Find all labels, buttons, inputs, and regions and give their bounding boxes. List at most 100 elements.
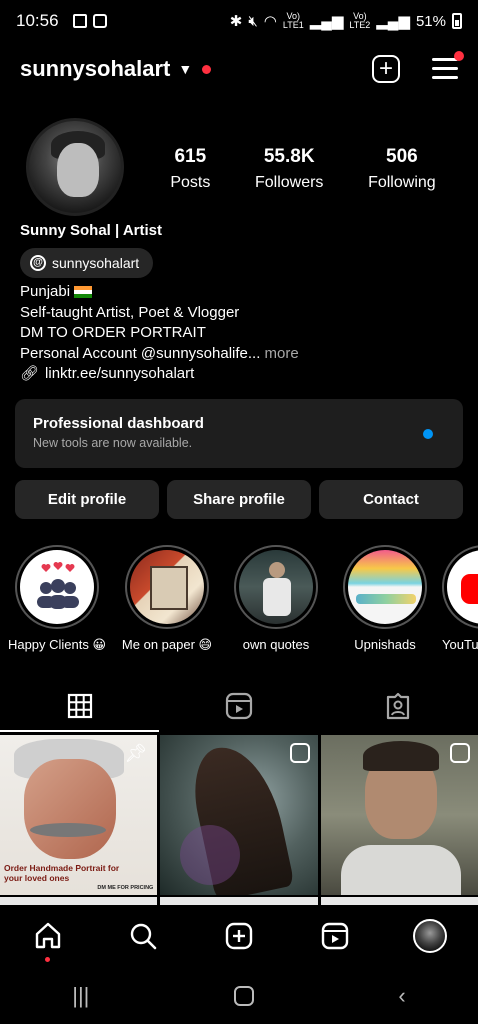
status-right: ✱ 🔇︎ ◠ Vo) LTE1 ▂▄▆ Vo) LTE2 ▂▄▆ 51% [230,12,462,30]
bio-more-link[interactable]: more [260,345,299,362]
followers-count: 55.8K [263,146,315,167]
network-2-label: Vo) LTE2 [349,11,371,30]
highlight-upnishads[interactable]: Upnishads [330,545,440,652]
system-navigation: ||| ‹ [0,967,478,1024]
posts-count: 615 [174,146,207,167]
reels-icon [321,922,348,950]
tab-posts-grid[interactable] [0,680,160,732]
recent-apps-icon[interactable]: ||| [72,983,89,1009]
reel-indicator-icon [449,743,470,763]
post-caption-line-1: Order Handmade Portrait for [4,863,120,873]
contact-button[interactable]: Contact [319,480,463,519]
tab-tagged[interactable] [319,680,478,732]
posts-grid: Order Handmade Portrait for your loved o… [0,735,478,895]
nav-reels[interactable] [315,916,355,956]
post-caption-line-2: your loved ones [4,873,70,883]
network-1-label: Vo) LTE1 [282,11,304,30]
create-icon[interactable]: + [372,55,400,83]
profile-actions: Edit profile Share profile Contact [15,480,463,519]
people-icon [37,562,79,609]
profile-header: sunnysohalart ▼ + [0,42,478,96]
india-flag-icon [74,286,93,299]
threads-handle: sunnysohalart [52,255,140,271]
profile-bio: Punjabi Self-taught Artist, Poet & Vlogg… [20,282,299,385]
chevron-down-icon[interactable]: ▼ [178,61,192,77]
reel-indicator-icon [289,743,310,763]
posts-label: Posts [170,174,211,191]
highlight-label: Happy Clients 😀 [7,637,107,652]
stat-posts[interactable]: 615 Posts [170,146,210,192]
nav-profile[interactable] [410,916,450,956]
profile-stats: 615 Posts 55.8K Followers 506 Following [148,146,458,192]
home-icon [35,922,60,949]
posts-grid-row-2 [0,897,478,905]
highlight-youtube[interactable]: YouTu [440,545,478,652]
highlight-label: Upnishads [354,637,416,652]
signal-1-icon: ▂▄▆ [309,13,344,30]
bio-link[interactable]: 🔗︎ linktr.ee/sunnysohalart [20,364,299,385]
bio-line-4: Personal Account @sunnysohalife... [20,344,261,362]
post-thumbnail[interactable] [160,735,318,895]
tab-reels[interactable] [159,680,318,732]
threads-icon: @ [30,255,46,271]
status-time: 10:56 [16,11,59,30]
dashboard-title: Professional dashboard [33,415,204,432]
menu-icon[interactable] [432,51,464,80]
search-icon [131,923,157,950]
highlight-label: own quotes [242,637,310,652]
menu-notification-dot [454,51,464,61]
story-highlights: Happy Clients 😀 Me on paper 😄 own quotes… [0,545,478,660]
bio-line-2: Self-taught Artist, Poet & Vlogger [20,303,240,321]
highlight-me-on-paper[interactable]: Me on paper 😄 [112,545,222,653]
followers-label: Followers [254,174,324,191]
edit-profile-button[interactable]: Edit profile [15,480,159,519]
link-icon: 🔗︎ [20,365,40,382]
post-tag: DM ME FOR PRICING [97,885,154,891]
battery-percent: 51% [415,12,446,30]
bio-line-3: DM TO ORDER PORTRAIT [20,324,206,341]
bio-link-text: linktr.ee/sunnysohalart [45,365,195,382]
dashboard-new-dot [423,429,433,439]
username[interactable]: sunnysohalart [20,56,170,82]
profile-avatar[interactable] [26,118,124,216]
share-profile-button[interactable]: Share profile [167,480,311,519]
bio-line-1: Punjabi [20,283,71,300]
reels-icon [225,692,253,720]
threads-badge[interactable]: @ sunnysohalart [20,248,154,278]
nav-search[interactable] [123,916,163,956]
pin-icon: 📌︎ [124,743,148,763]
bottom-navigation [0,905,478,967]
highlight-label: YouTu [442,637,478,652]
profile-avatar-icon [413,919,448,953]
nav-notification-dot [45,957,51,962]
tagged-icon [387,692,410,720]
following-label: Following [368,174,436,191]
back-icon[interactable]: ‹ [398,983,405,1009]
gallery-icon [72,14,87,28]
signal-2-icon: ▂▄▆ [376,13,410,30]
stat-followers[interactable]: 55.8K Followers [255,146,323,192]
post-thumbnail[interactable] [320,735,478,895]
stat-following[interactable]: 506 Following [368,146,436,192]
grid-icon [67,693,92,719]
home-button-icon[interactable] [233,985,254,1006]
dashboard-subtitle: New tools are now available. [33,436,193,450]
status-bar: 10:56 ✱ 🔇︎ ◠ Vo) LTE1 ▂▄▆ Vo) LTE2 ▂▄▆ 51% [0,0,478,42]
highlight-own-quotes[interactable]: own quotes [221,545,331,652]
following-count: 506 [386,146,418,167]
nav-create[interactable] [219,916,259,956]
highlight-label: Me on paper 😄 [121,637,213,652]
display-name: Sunny Sohal | Artist [20,222,162,239]
notification-icon [92,14,107,28]
highlight-happy-clients[interactable]: Happy Clients 😀 [2,545,112,653]
post-thumbnail[interactable]: Order Handmade Portrait for your loved o… [0,735,158,895]
battery-icon [452,13,462,29]
nav-home[interactable] [28,916,68,962]
mute-icon: 🔇︎ [248,12,258,30]
create-icon [225,922,253,950]
notification-dot [202,64,212,74]
wifi-icon: ◠ [263,13,277,30]
professional-dashboard[interactable]: Professional dashboard New tools are now… [15,399,463,468]
post-caption: Order Handmade Portrait for your loved o… [0,863,157,883]
bluetooth-icon: ✱ [229,13,243,30]
